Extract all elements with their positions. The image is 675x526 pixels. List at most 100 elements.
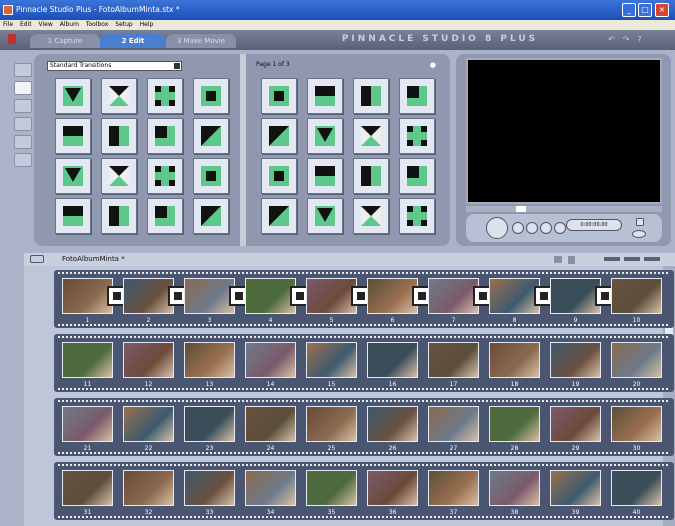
clip-thumbnail[interactable] — [550, 406, 601, 442]
clip-thumbnail[interactable] — [62, 470, 113, 506]
clip-thumbnail[interactable] — [489, 470, 540, 506]
camera-icon[interactable] — [554, 256, 562, 263]
clip-thumbnail[interactable] — [184, 406, 235, 442]
maximize-button[interactable]: □ — [638, 3, 652, 17]
clip-thumbnail[interactable] — [62, 406, 113, 442]
fast-forward-button[interactable] — [554, 222, 566, 234]
close-button[interactable]: × — [655, 3, 669, 17]
clip-thumbnail[interactable] — [367, 470, 418, 506]
clip-thumbnail[interactable] — [184, 342, 235, 378]
sound-effects-section-icon[interactable] — [14, 135, 32, 149]
transition-tile[interactable] — [353, 118, 389, 154]
transition-tile[interactable] — [193, 78, 229, 114]
undo-icon[interactable]: ↶ — [608, 35, 615, 44]
titles-section-icon[interactable] — [14, 99, 32, 113]
storyboard-view-icon[interactable] — [30, 255, 44, 263]
minimize-button[interactable]: _ — [622, 3, 636, 17]
clip-thumbnail[interactable] — [184, 470, 235, 506]
clip-thumbnail[interactable] — [306, 278, 357, 314]
menu-setup[interactable]: Setup — [115, 21, 132, 28]
clip-thumbnail[interactable] — [123, 278, 174, 314]
clip-thumbnail[interactable] — [550, 278, 601, 314]
clip-thumbnail[interactable] — [306, 470, 357, 506]
clip-thumbnail[interactable] — [306, 406, 357, 442]
scrubber-bar[interactable] — [466, 206, 662, 212]
clip-thumbnail[interactable] — [184, 278, 235, 314]
transition-tile[interactable] — [307, 118, 343, 154]
tab-edit[interactable]: 2 Edit — [100, 34, 166, 48]
transition-tile[interactable] — [353, 158, 389, 194]
clip-thumbnail[interactable] — [611, 406, 662, 442]
transition-tile[interactable] — [55, 78, 91, 114]
transition-tile[interactable] — [353, 198, 389, 234]
clip-thumbnail[interactable] — [489, 406, 540, 442]
clip-thumbnail[interactable] — [62, 278, 113, 314]
clip-thumbnail[interactable] — [428, 342, 479, 378]
clip-thumbnail[interactable] — [611, 342, 662, 378]
clip-thumbnail[interactable] — [428, 470, 479, 506]
clip-thumbnail[interactable] — [428, 278, 479, 314]
stills-section-icon[interactable] — [14, 117, 32, 131]
transition-tile[interactable] — [193, 118, 229, 154]
menu-help[interactable]: Help — [140, 21, 154, 28]
clip-thumbnail[interactable] — [62, 342, 113, 378]
menu-toolbox[interactable]: Toolbox — [86, 21, 109, 28]
fullscreen-icon[interactable] — [636, 218, 644, 226]
clip-thumbnail[interactable] — [123, 470, 174, 506]
clip-thumbnail[interactable] — [123, 342, 174, 378]
music-section-icon[interactable] — [14, 153, 32, 167]
transition-tile[interactable] — [55, 118, 91, 154]
clip-thumbnail[interactable] — [367, 278, 418, 314]
clip-thumbnail[interactable] — [611, 278, 662, 314]
next-page-icon[interactable]: ● — [430, 61, 436, 69]
rewind-button[interactable] — [512, 222, 524, 234]
step-forward-button[interactable] — [540, 222, 552, 234]
video-section-icon[interactable] — [14, 63, 32, 77]
trash-icon[interactable] — [568, 256, 575, 264]
transition-tile[interactable] — [399, 198, 435, 234]
volume-icon[interactable] — [632, 230, 646, 238]
clip-thumbnail[interactable] — [245, 278, 296, 314]
menu-edit[interactable]: Edit — [20, 21, 32, 28]
transition-tile[interactable] — [399, 158, 435, 194]
transition-tile[interactable] — [307, 78, 343, 114]
transition-tile[interactable] — [101, 198, 137, 234]
transition-tile[interactable] — [193, 198, 229, 234]
transition-tile[interactable] — [101, 158, 137, 194]
clip-thumbnail[interactable] — [306, 342, 357, 378]
transition-tile[interactable] — [147, 158, 183, 194]
transition-tile[interactable] — [55, 198, 91, 234]
menu-view[interactable]: View — [39, 21, 53, 28]
play-button[interactable] — [486, 217, 508, 239]
clip-thumbnail[interactable] — [489, 342, 540, 378]
step-back-button[interactable] — [526, 222, 538, 234]
transition-tile[interactable] — [353, 78, 389, 114]
transitions-dropdown[interactable]: Standard Transitions — [47, 61, 182, 71]
clip-thumbnail[interactable] — [245, 342, 296, 378]
transition-tile[interactable] — [399, 118, 435, 154]
clip-thumbnail[interactable] — [245, 470, 296, 506]
clip-thumbnail[interactable] — [550, 342, 601, 378]
transition-tile[interactable] — [147, 198, 183, 234]
transition-tile[interactable] — [147, 118, 183, 154]
transition-tile[interactable] — [261, 118, 297, 154]
transition-tile[interactable] — [101, 78, 137, 114]
transition-tile[interactable] — [261, 158, 297, 194]
clip-thumbnail[interactable] — [428, 406, 479, 442]
transition-tile[interactable] — [307, 198, 343, 234]
help-icon[interactable]: ? — [637, 35, 641, 44]
clip-thumbnail[interactable] — [245, 406, 296, 442]
clip-thumbnail[interactable] — [611, 470, 662, 506]
storyboard-view-button[interactable] — [604, 257, 620, 261]
redo-icon[interactable]: ↷ — [623, 35, 630, 44]
transition-tile[interactable] — [147, 78, 183, 114]
timeline-view-button[interactable] — [624, 257, 640, 261]
clip-thumbnail[interactable] — [367, 342, 418, 378]
menu-file[interactable]: File — [3, 21, 13, 28]
transition-tile[interactable] — [399, 78, 435, 114]
transition-tile[interactable] — [193, 158, 229, 194]
clip-thumbnail[interactable] — [367, 406, 418, 442]
clip-thumbnail[interactable] — [123, 406, 174, 442]
transition-tile[interactable] — [55, 158, 91, 194]
clip-thumbnail[interactable] — [550, 470, 601, 506]
